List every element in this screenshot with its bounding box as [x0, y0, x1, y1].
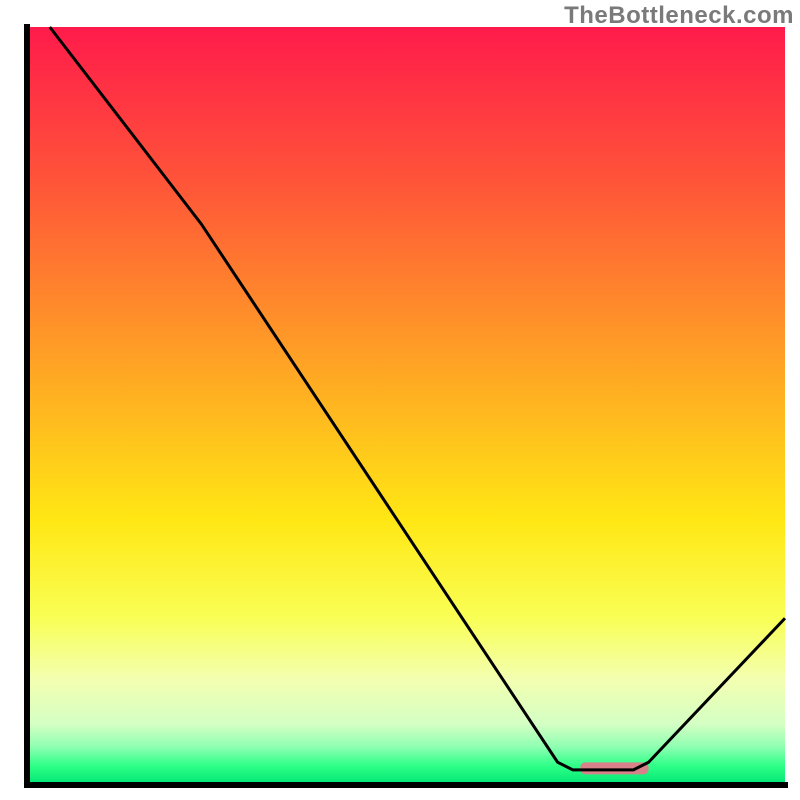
plot-background [27, 27, 785, 785]
chart-svg [0, 0, 800, 800]
bottleneck-chart: TheBottleneck.com [0, 0, 800, 800]
watermark-label: TheBottleneck.com [564, 2, 794, 30]
